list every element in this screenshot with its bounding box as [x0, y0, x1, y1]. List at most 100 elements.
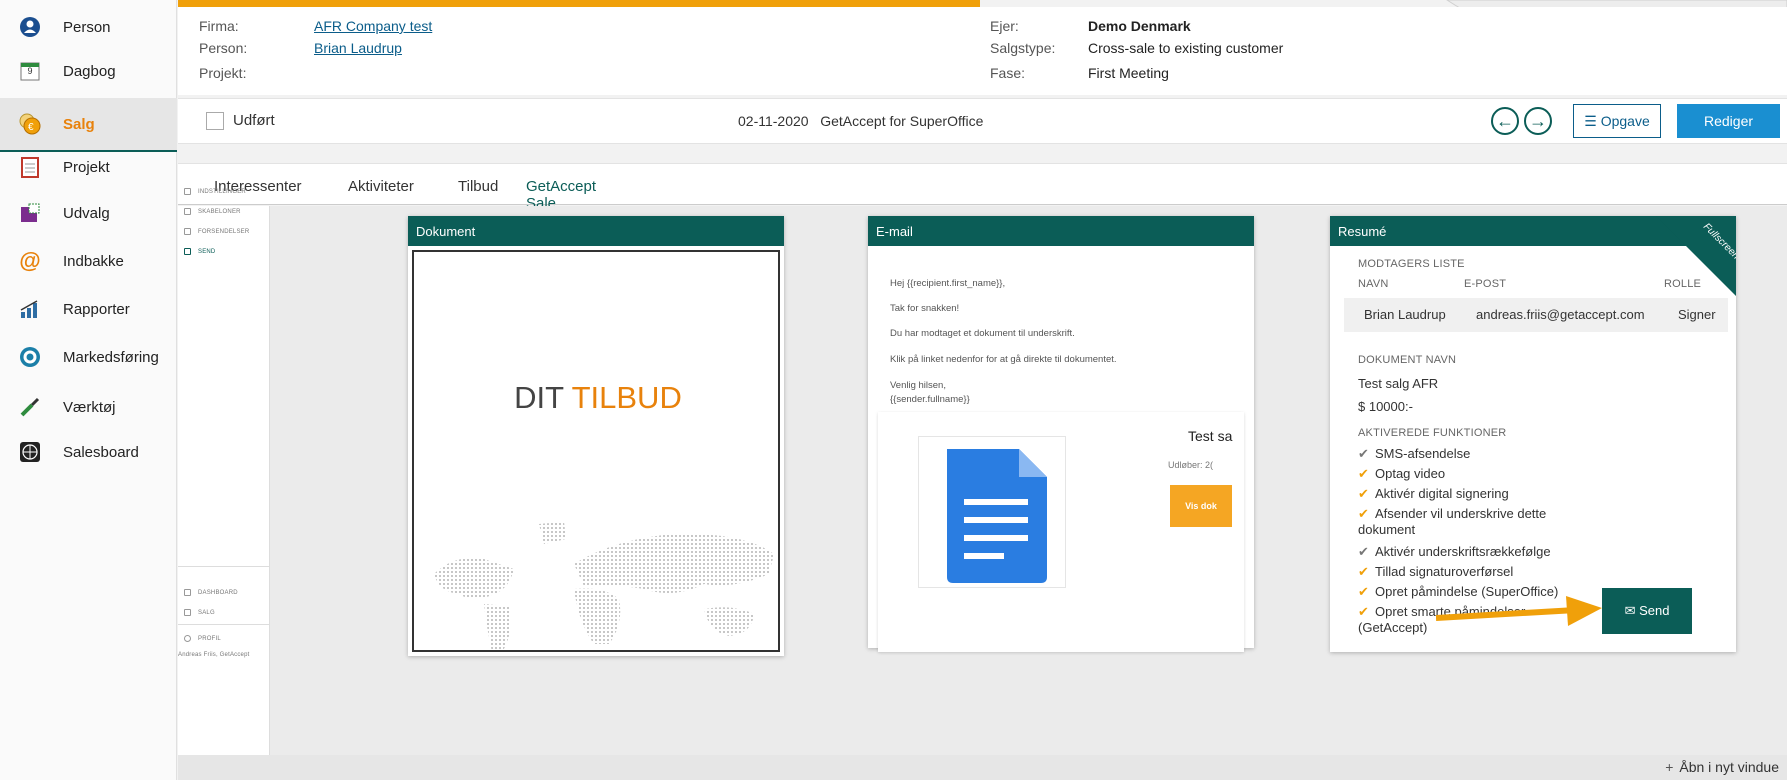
ga-user-name: Andreas Friis, GetAccept: [178, 652, 250, 658]
nav-item-salesboard[interactable]: Salesboard: [0, 425, 177, 479]
main-sidebar: Person 9 Dagbog € Salg Projekt Udvalg @ …: [0, 0, 177, 780]
annotation-arrow: [1436, 596, 1602, 626]
inbox-icon: @: [19, 248, 41, 273]
document-name: Test salg AFR: [1358, 376, 1439, 391]
check-icon: ✔: [1358, 604, 1369, 619]
project-icon: [18, 155, 42, 179]
send-button[interactable]: ✉ Send: [1602, 588, 1692, 634]
column-role: ROLLE: [1664, 278, 1702, 290]
sales-icon: [184, 609, 191, 616]
email-signoff: Venlig hilsen,: [890, 380, 946, 391]
nav-label: Projekt: [63, 158, 110, 176]
nav-label: Salg: [63, 115, 95, 133]
fase-label: Fase:: [990, 65, 1026, 81]
check-icon: ✔: [1358, 544, 1369, 559]
arrow-left-icon: ←: [1496, 110, 1514, 131]
ga-nav-settings[interactable]: INDSTILLINGER: [184, 188, 246, 195]
templates-icon: [184, 208, 191, 215]
ga-nav-dashboard[interactable]: DASHBOARD: [184, 589, 238, 596]
check-icon: ✔: [1358, 446, 1369, 461]
next-button[interactable]: →: [1524, 107, 1552, 135]
send-icon: [184, 248, 191, 255]
feature-item: ✔ Aktivér digital signering: [1358, 486, 1509, 501]
salgstype-label: Salgstype:: [990, 40, 1056, 56]
previous-button[interactable]: ←: [1491, 107, 1519, 135]
activity-title: 02-11-2020 GetAccept for SuperOffice: [738, 113, 984, 129]
feature-item-continued: (GetAccept): [1358, 620, 1428, 635]
person-icon: [18, 15, 42, 39]
feature-item: ✔ Aktivér underskriftsrækkefølge: [1358, 544, 1551, 559]
document-title: DIT TILBUD: [514, 380, 682, 415]
recipients-title: MODTAGERS LISTE: [1358, 258, 1465, 270]
firma-label: Firma:: [199, 18, 239, 34]
card-document-title: Test sa: [1188, 428, 1233, 444]
feature-item-continued: dokument: [1358, 522, 1416, 537]
nav-item-udvalg[interactable]: Udvalg: [0, 186, 177, 240]
card-clip: Test sa Udløber: 2( Vis dok: [878, 412, 1234, 652]
marketing-icon: [18, 345, 42, 369]
dashboard-icon: [184, 589, 191, 596]
selection-icon: [18, 201, 42, 225]
activity-bar: Udført 02-11-2020 GetAccept for SuperOff…: [178, 98, 1787, 144]
sale-header: Firma: AFR Company test Person: Brian La…: [178, 7, 1787, 95]
person-label: Person:: [199, 40, 248, 56]
arrow-right-icon: →: [1529, 110, 1547, 131]
calendar-day: 9: [27, 66, 33, 76]
done-label: Udført: [233, 112, 275, 129]
plus-icon: +: [1665, 759, 1674, 775]
getaccept-embed: INDSTILLINGER SKABELONER FORSENDELSER SE…: [178, 188, 1787, 755]
open-new-window-link[interactable]: + Åbn i nyt vindue: [1665, 759, 1779, 775]
document-panel-header: Dokument: [408, 216, 784, 246]
reports-icon: [18, 297, 42, 321]
tab-bar: Interessenter Aktiviteter Tilbud GetAcce…: [178, 163, 1787, 220]
tab-tilbud[interactable]: Tilbud: [458, 178, 498, 195]
tools-icon: [18, 395, 42, 419]
ga-divider: [178, 624, 270, 625]
ga-divider: [178, 566, 270, 567]
view-document-button[interactable]: Vis dok: [1170, 485, 1232, 527]
done-checkbox[interactable]: [206, 112, 224, 130]
settings-icon: [184, 188, 191, 195]
ga-nav-send[interactable]: SEND: [184, 248, 215, 255]
world-map-illustration: [434, 522, 774, 650]
nav-label: Dagbog: [63, 62, 116, 80]
document-icon: [947, 449, 1047, 583]
document-panel: Dokument DIT TILBUD: [408, 216, 784, 656]
salesboard-icon: [18, 440, 42, 464]
ga-nav-profile[interactable]: PROFIL: [184, 635, 221, 642]
docname-title: DOKUMENT NAVN: [1358, 354, 1457, 366]
check-icon: ✔: [1358, 564, 1369, 579]
nav-item-rapporter[interactable]: Rapporter: [0, 282, 177, 336]
calendar-icon: 9: [18, 59, 42, 83]
document-preview[interactable]: DIT TILBUD: [412, 250, 780, 652]
email-line: Tak for snakken!: [890, 303, 960, 314]
recipient-email: andreas.friis@getaccept.com: [1476, 307, 1645, 322]
document-thumbnail: [918, 436, 1066, 588]
feature-item: ✔ Tillad signaturoverførsel: [1358, 564, 1514, 579]
top-accent-bar: [178, 0, 980, 7]
edit-button[interactable]: Rediger: [1677, 104, 1780, 138]
email-greeting: Hej {{recipient.first_name}},: [890, 278, 1006, 289]
ga-nav-sales[interactable]: SALG: [184, 609, 215, 616]
nav-label: Værktøj: [63, 398, 116, 416]
firma-link[interactable]: AFR Company test: [314, 18, 432, 34]
nav-item-dagbog[interactable]: 9 Dagbog: [0, 44, 177, 98]
sale-icon: €: [18, 112, 42, 136]
check-icon: ✔: [1358, 506, 1369, 521]
nav-item-indbakke[interactable]: @ Indbakke: [0, 234, 177, 288]
check-icon: ✔: [1358, 466, 1369, 481]
tab-aktiviteter[interactable]: Aktiviteter: [348, 178, 414, 195]
ga-nav-templates[interactable]: SKABELONER: [184, 208, 241, 215]
person-link[interactable]: Brian Laudrup: [314, 40, 402, 56]
document-value: $ 10000:-: [1358, 399, 1413, 414]
task-button[interactable]: ☰ Opgave: [1573, 104, 1661, 138]
sendings-icon: [184, 228, 191, 235]
feature-item: ✔ Afsender vil underskrive dette: [1358, 506, 1547, 521]
ga-nav-sendings[interactable]: FORSENDELSER: [184, 228, 249, 235]
email-document-card: Test sa Udløber: 2( Vis dok: [878, 412, 1244, 652]
check-icon: ✔: [1358, 584, 1369, 599]
ejer-label: Ejer:: [990, 18, 1019, 34]
getaccept-sidebar: INDSTILLINGER SKABELONER FORSENDELSER SE…: [178, 188, 270, 755]
recipient-role: Signer: [1678, 307, 1716, 322]
nav-item-markedsforing[interactable]: Markedsføring: [0, 330, 177, 384]
